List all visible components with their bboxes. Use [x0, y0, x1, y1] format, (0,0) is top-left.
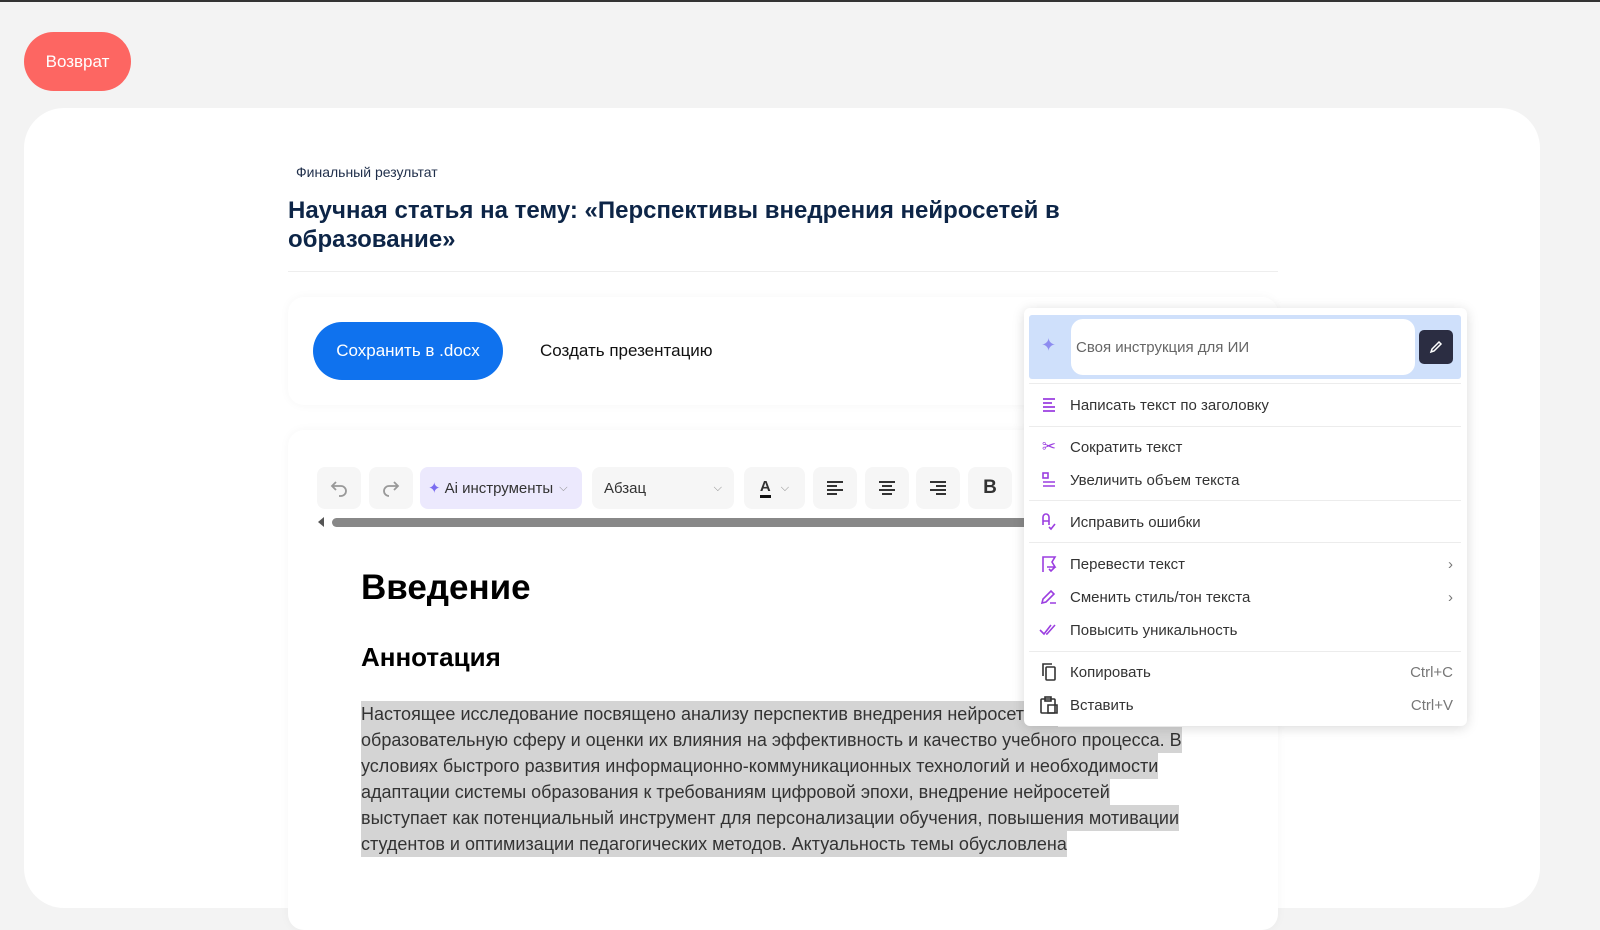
- sparkle-icon: ✦: [1041, 335, 1057, 355]
- align-left-icon: [827, 481, 843, 495]
- menu-item-label: Перевести текст: [1070, 555, 1186, 573]
- align-right-button[interactable]: [916, 467, 960, 509]
- paragraph-style-value: Абзац: [604, 479, 647, 497]
- ai-tools-label: Ai инструменты: [444, 479, 554, 497]
- undo-icon: [330, 481, 347, 497]
- text-color-button[interactable]: A ⌵: [744, 467, 805, 509]
- chevron-right-icon: ›: [1448, 588, 1453, 606]
- scissors-icon: ✂: [1041, 437, 1057, 456]
- lines-icon: [1043, 398, 1055, 412]
- divider: [1029, 426, 1461, 427]
- chevron-down-icon: ⌵: [559, 481, 568, 494]
- divider: [1029, 542, 1461, 543]
- menu-item-copy[interactable]: Копировать Ctrl+C: [1029, 656, 1461, 688]
- doc-heading-1[interactable]: Введение: [361, 568, 531, 608]
- menu-item-label: Вставить: [1070, 696, 1134, 714]
- horizontal-scrollbar[interactable]: [332, 518, 1032, 527]
- align-right-icon: [930, 481, 946, 495]
- pencil-icon: [1429, 340, 1443, 354]
- pencil-icon: [1040, 589, 1056, 605]
- chevron-down-icon: ⌵: [780, 481, 790, 494]
- paragraph-line: выступает как потенциальный инструмент д…: [361, 805, 1179, 831]
- align-center-icon: [879, 481, 895, 495]
- divider: [1029, 383, 1461, 384]
- menu-item-label: Повысить уникальность: [1070, 621, 1238, 639]
- menu-item-label: Увеличить объем текста: [1070, 471, 1240, 489]
- sparkle-icon: ✦: [428, 480, 441, 497]
- text-color-icon: A: [759, 478, 771, 498]
- menu-item-translate[interactable]: Перевести текст ›: [1029, 548, 1461, 580]
- back-button[interactable]: Возврат: [24, 32, 131, 91]
- create-presentation-link[interactable]: Создать презентацию: [540, 341, 713, 361]
- menu-item-uniqueness[interactable]: Повысить уникальность: [1029, 614, 1461, 646]
- divider: [288, 271, 1278, 272]
- menu-item-shorten[interactable]: ✂ Сократить текст: [1029, 431, 1461, 463]
- shortcut: Ctrl+C: [1410, 663, 1453, 681]
- redo-button[interactable]: [369, 467, 413, 509]
- divider: [1029, 500, 1461, 501]
- menu-item-label: Сменить стиль/тон текста: [1070, 588, 1251, 606]
- menu-item-label: Копировать: [1070, 663, 1151, 681]
- divider: [1029, 651, 1461, 652]
- page-title: Научная статья на тему: «Перспективы вне…: [288, 197, 1060, 253]
- paragraph-line: студентов и оптимизации педагогических м…: [361, 831, 1067, 857]
- align-center-button[interactable]: [865, 467, 909, 509]
- paragraph-line: условиях быстрого развития информационно…: [361, 753, 1159, 779]
- paragraph-line: образовательную сферу и оценки их влияни…: [361, 727, 1182, 753]
- subtitle: Финальный результат: [296, 164, 438, 180]
- bold-button[interactable]: B: [968, 467, 1012, 509]
- ai-tools-dropdown[interactable]: ✦ Ai инструменты ⌵: [420, 467, 582, 509]
- menu-item-label: Исправить ошибки: [1070, 513, 1201, 531]
- menu-item-label: Сократить текст: [1070, 438, 1183, 456]
- ai-context-menu: ✦ Написать текст по заголовку ✂ Сократить…: [1024, 308, 1467, 726]
- paragraph-line: адаптации системы образования к требован…: [361, 779, 1110, 805]
- menu-item-fix-errors[interactable]: Исправить ошибки: [1029, 506, 1461, 538]
- menu-item-paste[interactable]: Вставить Ctrl+V: [1029, 689, 1461, 721]
- spellcheck-icon: [1042, 513, 1056, 531]
- align-left-button[interactable]: [813, 467, 857, 509]
- paragraph-line: Настоящее исследование посвящено анализу…: [361, 701, 1059, 727]
- undo-button[interactable]: [317, 467, 361, 509]
- shortcut: Ctrl+V: [1410, 696, 1453, 714]
- paste-icon: [1040, 696, 1058, 714]
- submit-instruction-button[interactable]: [1419, 330, 1453, 364]
- menu-item-write-by-heading[interactable]: Написать текст по заголовку: [1029, 389, 1461, 421]
- doc-heading-2[interactable]: Аннотация: [361, 642, 501, 673]
- ai-instruction-bar: ✦: [1029, 315, 1461, 379]
- menu-item-change-style[interactable]: Сменить стиль/тон текста ›: [1029, 581, 1461, 613]
- redo-icon: [383, 481, 400, 497]
- double-check-icon: [1039, 624, 1056, 636]
- paragraph-style-select[interactable]: Абзац ⌵: [592, 467, 734, 509]
- ai-instruction-input[interactable]: [1071, 319, 1415, 375]
- expand-icon: [1042, 472, 1055, 487]
- menu-item-label: Написать текст по заголовку: [1070, 396, 1269, 414]
- save-docx-button[interactable]: Сохранить в .docx: [313, 322, 503, 380]
- copy-icon: [1042, 663, 1056, 681]
- chevron-down-icon: ⌵: [713, 481, 722, 494]
- chevron-right-icon: ›: [1448, 555, 1453, 573]
- translate-icon: [1042, 556, 1057, 573]
- menu-item-expand[interactable]: Увеличить объем текста: [1029, 464, 1461, 496]
- scroll-left-icon[interactable]: [318, 517, 324, 527]
